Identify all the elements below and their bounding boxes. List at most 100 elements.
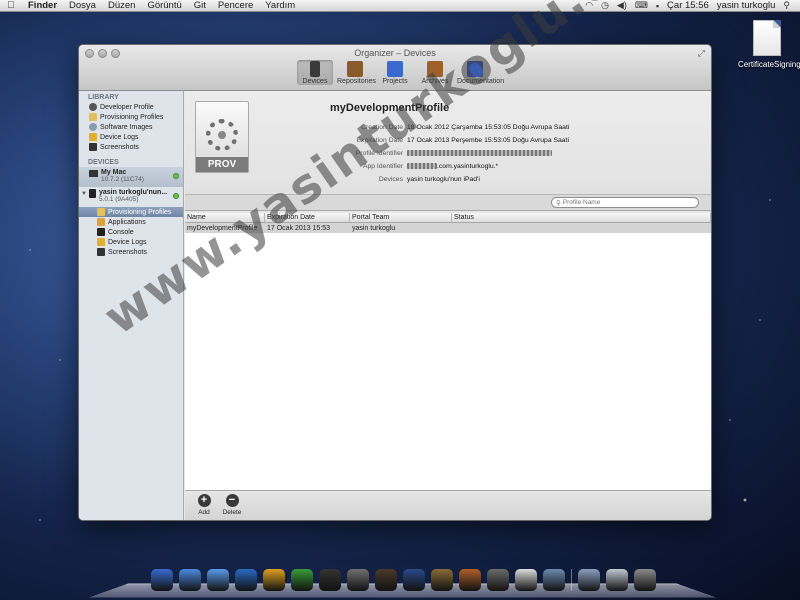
field-value: .com.yasinturkoglu.* — [407, 163, 498, 170]
menu-view[interactable]: Görüntü — [141, 0, 187, 11]
field-creation-date: Creation Date 18 Ocak 2012 Çarşamba 15:5… — [295, 121, 569, 134]
sidebar-item-ipad-console[interactable]: Console — [79, 227, 183, 237]
dock-app-icon[interactable] — [178, 569, 201, 591]
volume-icon[interactable]: ◀) — [617, 0, 627, 11]
sidebar-item-screenshots[interactable]: Screenshots — [79, 142, 183, 152]
cell-name: myDevelopmentProfile — [187, 224, 258, 232]
field-key: Creation Date — [361, 124, 403, 131]
dock-app-icon[interactable] — [542, 569, 565, 591]
sidebar-item-label: Applications — [108, 218, 146, 226]
tab-documentation[interactable]: Documentation — [457, 60, 504, 85]
sidebar-device-my-mac[interactable]: My Mac 10.7.2 (11C74) — [79, 167, 183, 187]
desktop-file[interactable]: CertificateSigningR...quest — [738, 20, 800, 69]
window-title: Organizer – Devices — [354, 48, 436, 58]
dock-app-icon[interactable] — [458, 569, 481, 591]
wifi-icon[interactable]: ◠ — [585, 0, 593, 11]
column-expiration-date[interactable]: Expiration Date — [265, 213, 350, 222]
menu-app-name[interactable]: Finder — [22, 0, 63, 11]
warning-icon — [97, 238, 105, 246]
sidebar-item-label: Device Logs — [100, 133, 139, 141]
menu-go[interactable]: Git — [188, 0, 212, 11]
search-input[interactable]: ⚲ Profile Name — [551, 197, 699, 208]
status-dot-icon — [173, 193, 179, 199]
tab-archives-label: Archives — [421, 78, 449, 85]
tab-documentation-label: Documentation — [457, 78, 505, 85]
menu-user[interactable]: yasin turkoglu — [717, 0, 776, 11]
flag-icon[interactable]: ▪ — [656, 1, 659, 11]
dock-app-icon[interactable] — [514, 569, 537, 591]
title-bar[interactable]: Organizer – Devices ⤢ Devices Repositori… — [79, 45, 711, 91]
tab-repositories[interactable]: Repositories — [337, 60, 376, 85]
timemachine-icon[interactable]: ◷ — [601, 0, 609, 11]
minus-icon: − — [225, 494, 239, 507]
redacted-block — [407, 150, 552, 157]
keyboard-icon[interactable]: ⌨ — [635, 0, 648, 11]
dock-app-icon[interactable] — [346, 569, 369, 591]
bottom-bar: + Add − Delete — [185, 490, 711, 520]
library-header: LIBRARY — [88, 94, 119, 101]
sidebar-item-device-logs[interactable]: Device Logs — [79, 132, 183, 142]
field-expiration-date: Expiration Date 17 Ocak 2013 Perşembe 15… — [295, 134, 569, 147]
field-value: 17 Ocak 2013 Perşembe 15:53:05 Doğu Avru… — [407, 137, 569, 144]
content-pane: PROV myDevelopmentProfile Creation Date … — [185, 91, 711, 520]
dock-app-icon[interactable] — [262, 569, 285, 591]
column-name[interactable]: Name — [185, 213, 265, 222]
dock-app-icon[interactable] — [290, 569, 313, 591]
person-icon — [89, 103, 97, 111]
tab-projects[interactable]: Projects — [377, 60, 413, 85]
field-key: App Identifier — [362, 163, 403, 170]
dock-app-icon[interactable] — [605, 569, 628, 591]
dock-app-icon[interactable] — [486, 569, 509, 591]
tab-devices-label: Devices — [302, 78, 328, 85]
sidebar-item-developer-profile[interactable]: Developer Profile — [79, 102, 183, 112]
dock-app-icon[interactable] — [577, 569, 600, 591]
profile-detail: PROV myDevelopmentProfile Creation Date … — [185, 91, 711, 195]
cell-expiration: 17 Ocak 2013 15:53 — [267, 224, 331, 232]
sidebar-item-software-images[interactable]: Software Images — [79, 122, 183, 132]
dock-app-icon[interactable] — [150, 569, 173, 591]
sidebar-device-ipad[interactable]: ▼ yasin turkoglu'nun... 5.0.1 (9A405) — [79, 187, 183, 207]
screenshot-icon — [89, 143, 97, 151]
documentation-icon — [467, 61, 483, 77]
app-identifier-value: .com.yasinturkoglu.* — [437, 163, 499, 170]
menu-clock[interactable]: Çar 15:56 — [667, 0, 709, 11]
dock-app-icon[interactable] — [234, 569, 257, 591]
sidebar-item-ipad-device-logs[interactable]: Device Logs — [79, 237, 183, 247]
fullscreen-icon[interactable]: ⤢ — [698, 48, 705, 59]
dock-app-icon[interactable] — [318, 569, 341, 591]
software-icon — [89, 123, 97, 131]
sidebar-item-ipad-screenshots[interactable]: Screenshots — [79, 247, 183, 257]
field-key: Devices — [378, 176, 403, 183]
cell-status — [452, 223, 711, 233]
sidebar-item-ipad-provisioning[interactable]: Provisioning Profiles — [79, 207, 183, 217]
dock-app-icon[interactable] — [633, 569, 656, 591]
sidebar-item-ipad-applications[interactable]: Applications — [79, 217, 183, 227]
profile-icon — [97, 208, 105, 216]
column-portal-team[interactable]: Portal Team — [350, 213, 452, 222]
sidebar-item-label: Console — [108, 228, 134, 236]
field-value: yasin turkoglu'nun iPad'i — [407, 176, 480, 183]
table-row[interactable]: myDevelopmentProfile 17 Ocak 2013 15:53 … — [185, 223, 711, 233]
disclosure-triangle-icon[interactable]: ▼ — [81, 191, 87, 197]
menu-file[interactable]: Dosya — [63, 0, 102, 11]
dock-app-icon[interactable] — [206, 569, 229, 591]
dock-separator — [570, 569, 572, 591]
add-button[interactable]: + Add — [189, 494, 219, 516]
search-icon: ⚲ — [556, 199, 561, 207]
menu-edit[interactable]: Düzen — [102, 0, 141, 11]
apple-icon[interactable]:  — [0, 0, 22, 11]
sidebar-item-provisioning-profiles[interactable]: Provisioning Profiles — [79, 112, 183, 122]
delete-button[interactable]: − Delete — [217, 494, 247, 516]
dock-app-icon[interactable] — [374, 569, 397, 591]
tab-devices[interactable]: Devices — [297, 60, 333, 85]
tab-archives[interactable]: Archives — [417, 60, 453, 85]
profile-icon — [89, 113, 97, 121]
spotlight-icon[interactable]: ⚲ — [783, 0, 790, 11]
device-version: 10.7.2 (11C74) — [101, 176, 144, 183]
dock-app-icon[interactable] — [402, 569, 425, 591]
column-status[interactable]: Status — [452, 213, 711, 222]
dock-app-icon[interactable] — [430, 569, 453, 591]
tab-projects-label: Projects — [382, 78, 408, 85]
menu-window[interactable]: Pencere — [212, 0, 259, 11]
menu-help[interactable]: Yardım — [259, 0, 301, 11]
